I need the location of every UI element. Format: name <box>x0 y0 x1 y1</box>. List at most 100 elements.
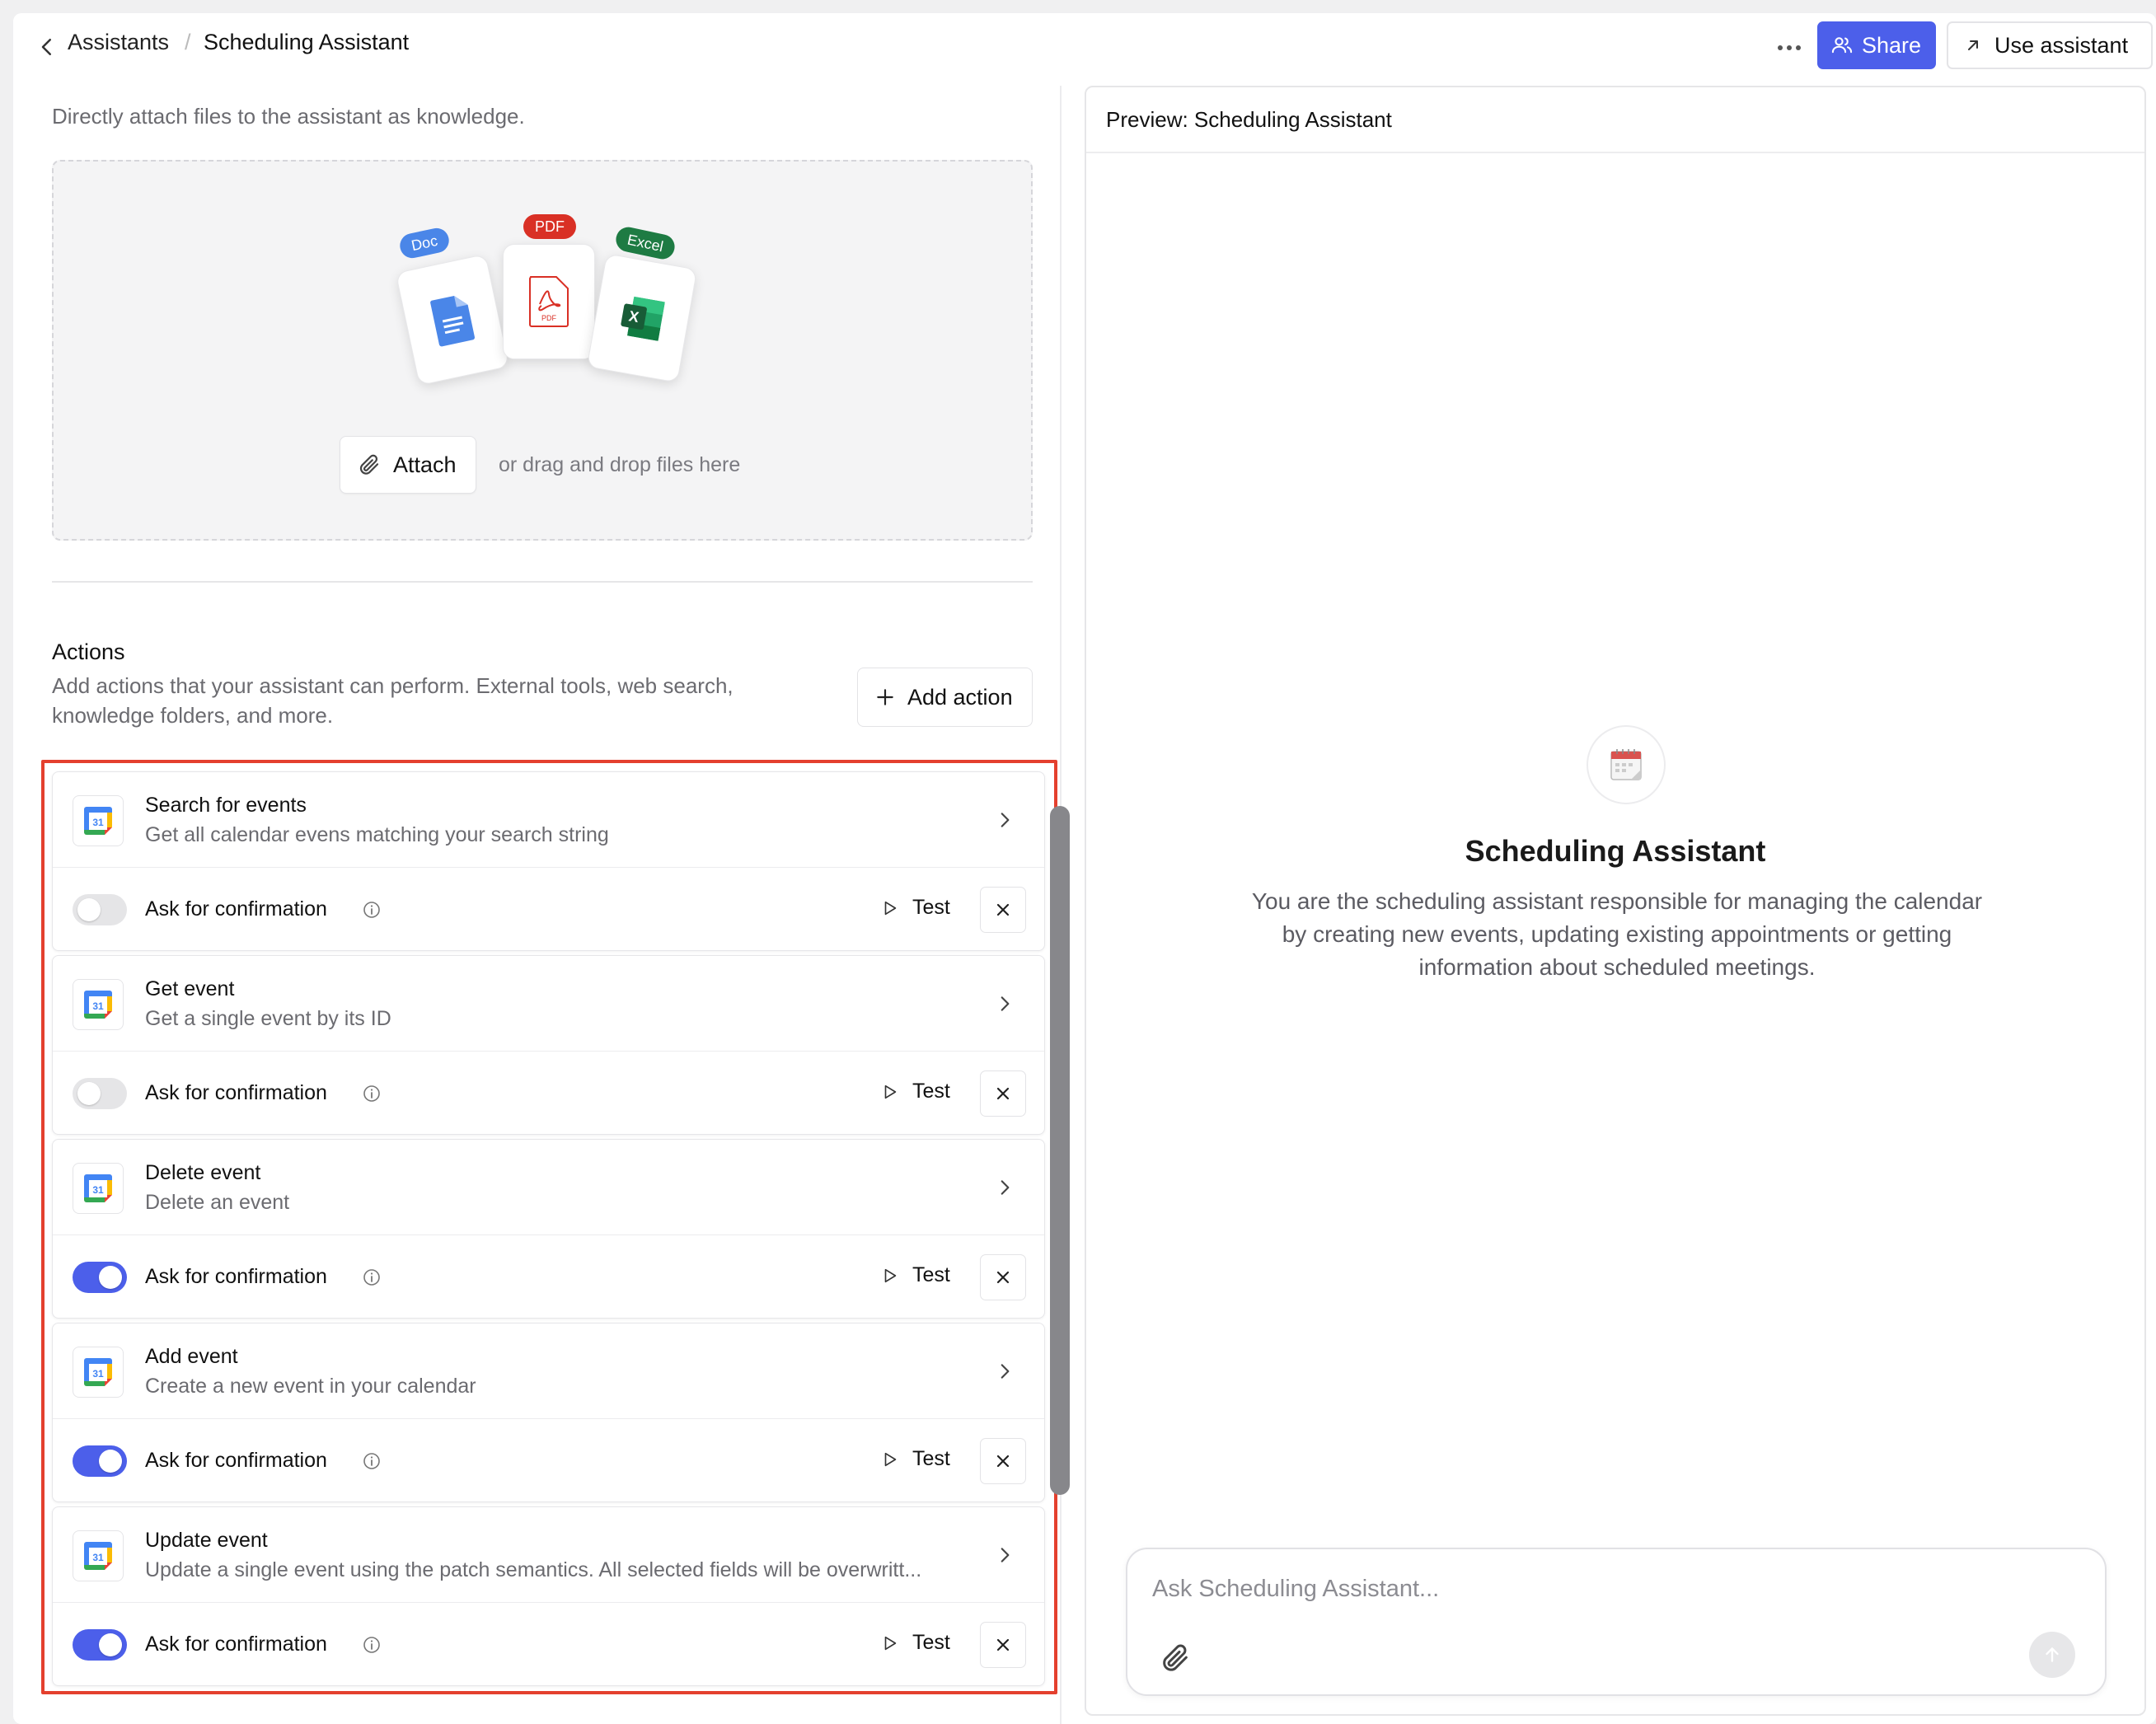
action-description: Update a single event using the patch se… <box>145 1558 922 1581</box>
plus-icon <box>877 689 893 705</box>
close-icon <box>996 1638 1010 1651</box>
svg-text:31: 31 <box>92 1552 104 1563</box>
knowledge-description: Directly attach files to the assistant a… <box>52 104 525 129</box>
action-card: 31 Search for events Get all calendar even… <box>52 771 1045 951</box>
test-button[interactable]: Test <box>881 1263 950 1287</box>
chevron-left-icon[interactable] <box>35 35 59 59</box>
paperclip-icon <box>359 454 379 475</box>
confirmation-toggle[interactable] <box>73 894 127 925</box>
google-calendar-icon: 31 <box>84 991 112 1019</box>
google-calendar-icon: 31 <box>84 1542 112 1570</box>
breadcrumb-assistants[interactable]: Assistants <box>68 30 169 55</box>
action-card: 31 Get event Get a single event by its ID A… <box>52 955 1045 1135</box>
test-button[interactable]: Test <box>881 896 950 920</box>
chevron-right-icon[interactable] <box>994 991 1015 1016</box>
actions-title: Actions <box>52 639 125 664</box>
test-button[interactable]: Test <box>881 1447 950 1471</box>
assistant-avatar <box>1587 725 1666 804</box>
confirmation-toggle[interactable] <box>73 1078 127 1109</box>
action-icon: 31 <box>73 1163 124 1214</box>
preview-title: Preview: Scheduling Assistant <box>1086 87 2144 153</box>
share-label: Share <box>1862 32 1922 58</box>
doc-file-icon <box>430 295 475 347</box>
info-icon[interactable] <box>362 1635 382 1655</box>
action-header[interactable]: 31 Delete event Delete an event <box>53 1140 1044 1235</box>
top-bar: Assistants / Scheduling Assistant Share … <box>13 13 2156 86</box>
test-label: Test <box>912 896 950 919</box>
close-icon <box>996 1271 1010 1284</box>
info-icon[interactable] <box>362 1451 382 1471</box>
confirmation-label: Ask for confirmation <box>145 1633 327 1656</box>
chevron-right-icon[interactable] <box>994 808 1015 832</box>
confirmation-label: Ask for confirmation <box>145 897 327 921</box>
scrollbar-thumb[interactable] <box>1050 806 1070 1495</box>
google-calendar-icon: 31 <box>84 807 112 835</box>
paperclip-icon[interactable] <box>1159 1642 1192 1675</box>
attach-label: Attach <box>393 452 457 477</box>
pdf-file-icon: PDF <box>529 276 569 327</box>
test-label: Test <box>912 1263 950 1286</box>
remove-action-button[interactable] <box>980 887 1026 933</box>
send-button[interactable] <box>2029 1632 2075 1678</box>
add-action-label: Add action <box>907 684 1013 710</box>
file-type-illustration: PDF X Doc PDF Excel <box>395 214 698 409</box>
svg-text:31: 31 <box>92 1184 104 1196</box>
remove-action-button[interactable] <box>980 1622 1026 1668</box>
svg-text:PDF: PDF <box>541 314 557 322</box>
action-card: 31 Add event Create a new event in your ca… <box>52 1323 1045 1502</box>
svg-text:31: 31 <box>92 1368 104 1380</box>
app-window: Assistants / Scheduling Assistant Share … <box>13 13 2156 1724</box>
remove-action-button[interactable] <box>980 1438 1026 1484</box>
calendar-emoji-icon <box>1610 749 1642 780</box>
action-icon: 31 <box>73 1530 124 1581</box>
add-action-button[interactable]: Add action <box>857 668 1033 727</box>
assistant-editor-panel: Directly attach files to the assistant a… <box>13 86 1070 1724</box>
attach-button[interactable]: Attach <box>340 436 476 494</box>
chevron-right-icon[interactable] <box>994 1543 1015 1567</box>
test-label: Test <box>912 1447 950 1470</box>
action-description: Create a new event in your calendar <box>145 1375 476 1398</box>
test-button[interactable]: Test <box>881 1631 950 1655</box>
action-description: Get all calendar evens matching your sea… <box>145 823 609 846</box>
remove-action-button[interactable] <box>980 1070 1026 1117</box>
confirmation-toggle[interactable] <box>73 1629 127 1661</box>
file-dropzone[interactable]: PDF X Doc PDF Excel Attach or drag and d… <box>52 160 1033 541</box>
pdf-tag: PDF <box>523 214 576 239</box>
arrow-up-icon <box>2046 1647 2059 1662</box>
action-header[interactable]: 31 Add event Create a new event in your ca… <box>53 1323 1044 1419</box>
action-description: Get a single event by its ID <box>145 1007 391 1030</box>
chat-composer <box>1126 1548 2107 1696</box>
remove-action-button[interactable] <box>980 1254 1026 1300</box>
section-divider <box>52 581 1033 583</box>
confirmation-toggle[interactable] <box>73 1445 127 1477</box>
chevron-right-icon[interactable] <box>994 1359 1015 1384</box>
assistant-name: Scheduling Assistant <box>1465 834 1766 868</box>
test-button[interactable]: Test <box>881 1080 950 1103</box>
excel-file-card: X <box>586 253 698 383</box>
svg-text:31: 31 <box>92 817 104 828</box>
info-icon[interactable] <box>362 1084 382 1103</box>
action-name: Update event <box>145 1529 268 1552</box>
play-icon <box>884 1636 897 1650</box>
play-icon <box>884 1452 897 1466</box>
confirmation-label: Ask for confirmation <box>145 1449 327 1472</box>
action-options: Ask for confirmation Test <box>53 1052 1044 1136</box>
info-icon[interactable] <box>362 900 382 920</box>
more-options-icon[interactable] <box>1769 31 1810 64</box>
arrow-up-right-icon <box>1968 40 1978 50</box>
use-assistant-button[interactable]: Use assistant <box>1947 21 2153 69</box>
close-icon <box>996 903 1010 916</box>
doc-tag: Doc <box>397 226 452 260</box>
confirmation-toggle[interactable] <box>73 1262 127 1293</box>
use-assistant-label: Use assistant <box>1994 32 2129 58</box>
action-options: Ask for confirmation Test <box>53 1419 1044 1503</box>
chevron-right-icon[interactable] <box>994 1175 1015 1200</box>
share-button[interactable]: Share <box>1817 21 1936 69</box>
action-card: 31 Delete event Delete an event Ask for con… <box>52 1139 1045 1319</box>
action-header[interactable]: 31 Search for events Get all calendar even… <box>53 772 1044 868</box>
preview-panel: Preview: Scheduling Assistant Scheduling… <box>1085 86 2146 1716</box>
info-icon[interactable] <box>362 1267 382 1287</box>
action-header[interactable]: 31 Update event Update a single event usin… <box>53 1507 1044 1603</box>
chat-input[interactable] <box>1152 1571 2059 1607</box>
action-header[interactable]: 31 Get event Get a single event by its ID <box>53 956 1044 1052</box>
